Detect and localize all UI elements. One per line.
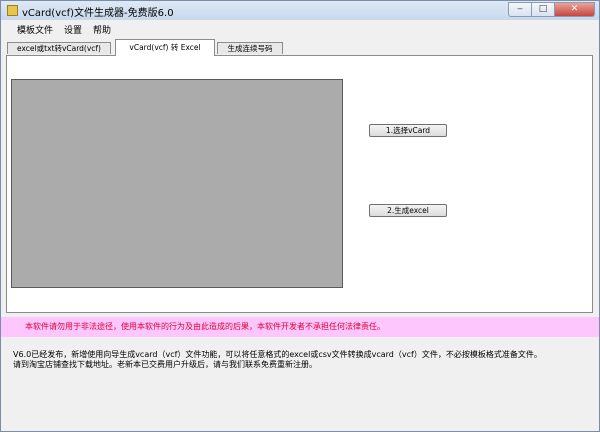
menu-template-file[interactable]: 模板文件 — [13, 20, 60, 37]
title-bar[interactable]: vCard(vcf)文件生成器-免费版6.0 ‒ □ ✕ — [1, 1, 599, 20]
info-line-2: 请到淘宝店铺查找下载地址。老新本已交费用户升级后，请与我们联系免费重新注册。 — [13, 360, 317, 369]
tab-panel: 1.选择vCard 2.生成excel — [6, 55, 593, 313]
generate-excel-button[interactable]: 2.生成excel — [369, 204, 447, 217]
app-icon — [7, 5, 18, 16]
info-line-1: V6.0已经发布，新增使用向导生成vcard（vcf）文件功能，可以将任意格式的… — [13, 350, 542, 359]
menu-bar: 模板文件 设置 帮助 — [1, 20, 599, 37]
close-button[interactable]: ✕ — [555, 2, 595, 17]
maximize-button[interactable]: □ — [532, 2, 555, 17]
info-text: V6.0已经发布，新增使用向导生成vcard（vcf）文件功能，可以将任意格式的… — [13, 350, 593, 370]
caption-buttons: ‒ □ ✕ — [508, 2, 595, 18]
data-preview-area[interactable] — [11, 79, 343, 288]
warning-bar: 本软件请勿用于非法途径，使用本软件的行为及由此造成的后果，本软件开发者不承担任何… — [1, 317, 599, 337]
tab-generate-numbers[interactable]: 生成连续号码 — [217, 42, 283, 54]
menu-help[interactable]: 帮助 — [89, 20, 118, 37]
menu-settings[interactable]: 设置 — [60, 20, 89, 37]
select-vcard-button[interactable]: 1.选择vCard — [369, 124, 447, 137]
tab-vcard-to-excel[interactable]: vCard(vcf) 转 Excel — [115, 39, 215, 56]
app-window: vCard(vcf)文件生成器-免费版6.0 ‒ □ ✕ 模板文件 设置 帮助 … — [0, 0, 600, 432]
tab-excel-to-vcard[interactable]: excel或txt转vCard(vcf) — [7, 42, 111, 54]
window-title: vCard(vcf)文件生成器-免费版6.0 — [22, 8, 174, 19]
minimize-button[interactable]: ‒ — [508, 2, 532, 17]
warning-text: 本软件请勿用于非法途径，使用本软件的行为及由此造成的后果，本软件开发者不承担任何… — [25, 322, 385, 331]
